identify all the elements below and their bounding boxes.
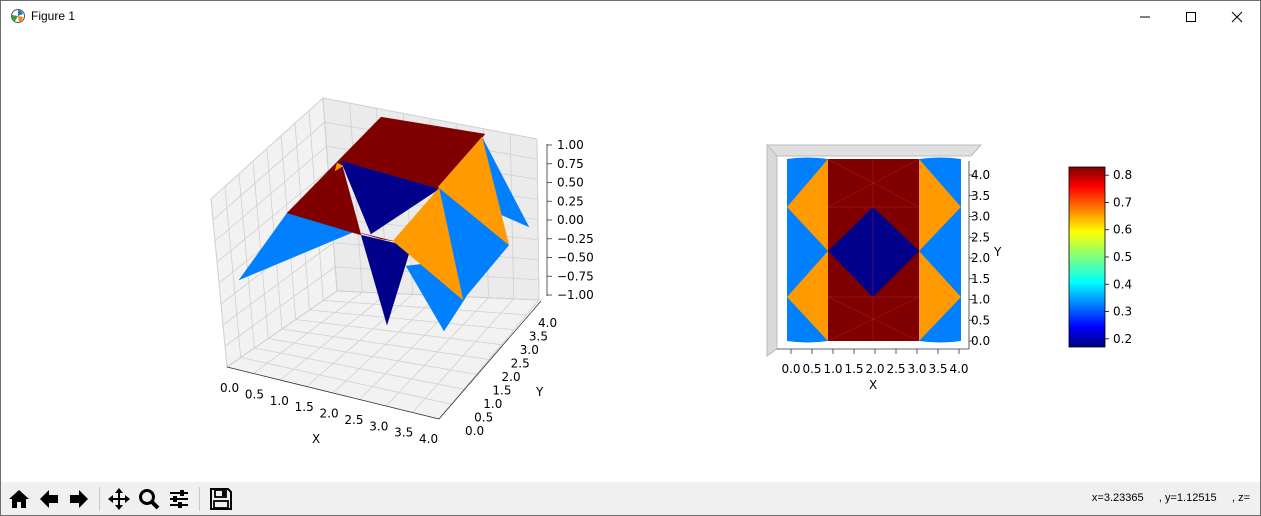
toolbar-separator <box>199 487 200 511</box>
x-axis-label: X <box>869 378 877 392</box>
z-tick-label: −0.75 <box>557 269 594 283</box>
heatmap-surface <box>787 157 961 343</box>
configure-subplots-icon <box>170 490 188 508</box>
y-tick-label: 1.0 <box>483 397 502 411</box>
y-axis-label: Y <box>535 385 544 399</box>
y-tick-label: 1.0 <box>971 293 990 307</box>
y-tick-label: 2.5 <box>511 357 530 371</box>
maximize-button[interactable] <box>1168 1 1214 32</box>
x-tick-label: 2.0 <box>320 407 339 421</box>
y-tick-labels: 4.0 3.5 3.0 2.5 2.0 1.5 1.0 0.5 0.0 <box>969 168 990 348</box>
z-tick-label: −0.50 <box>557 251 594 265</box>
z-tick-labels: 1.00 0.75 0.50 0.25 0.00 −0.25 −0.50 −0.75 −1.00 <box>547 138 594 302</box>
colorbar-tick-label: 0.7 <box>1113 195 1132 209</box>
close-icon <box>1231 11 1243 22</box>
x-tick-label: 2.0 <box>865 362 884 376</box>
close-button[interactable] <box>1214 1 1260 32</box>
y-axis-label: Y <box>993 245 1002 259</box>
z-tick-label: 0.00 <box>557 213 584 227</box>
colorbar-tick-label: 0.8 <box>1113 168 1132 182</box>
minimize-icon <box>1140 16 1150 17</box>
figure-canvas[interactable]: 1.00 0.75 0.50 0.25 0.00 −0.25 −0.50 −0.75 −1.00… <box>1 32 1260 482</box>
x-tick-label: 1.5 <box>295 400 314 414</box>
y-tick-label: 0.0 <box>465 424 484 438</box>
y-tick-label: 3.0 <box>520 343 539 357</box>
minimize-button[interactable] <box>1122 1 1168 32</box>
home-icon <box>9 490 29 508</box>
x-tick-label: 3.5 <box>394 426 413 440</box>
x-tick-label: 3.5 <box>928 362 947 376</box>
colorbar: 0.8 0.7 0.6 0.5 0.4 0.3 0.2 <box>1068 166 1132 348</box>
configure-subplots-button[interactable] <box>165 485 193 513</box>
window-title: Figure 1 <box>31 9 76 23</box>
toolbar-separator <box>99 487 100 511</box>
zoom-button[interactable] <box>135 485 163 513</box>
pan-button[interactable] <box>105 485 133 513</box>
colorbar-tick-label: 0.6 <box>1113 223 1132 237</box>
x-tick-label: 0.5 <box>245 387 264 401</box>
figure-window: Figure 1 1.00 0.75 0.50 0.25 0.00 −0.25 … <box>0 0 1261 516</box>
back-icon <box>40 490 58 508</box>
heatmap-axes: 0.0 0.5 1.0 1.5 2.0 2.5 3.0 3.5 4.0 4.03.53.02.5… <box>765 144 1002 392</box>
x-tick-labels: 0.0 0.5 1.0 1.5 2.0 2.5 3.0 3.5 4.0 <box>781 349 969 376</box>
y-tick-label: 0.5 <box>474 411 493 425</box>
y-tick-label: 1.5 <box>971 272 990 286</box>
y-tick-label: 3.5 <box>971 189 990 203</box>
colorbar-tick-label: 0.2 <box>1113 332 1132 346</box>
pane-left-edge <box>766 144 778 357</box>
x-tick-label: 1.5 <box>844 362 863 376</box>
y-tick-label: 1.5 <box>492 384 511 398</box>
forward-icon <box>70 490 88 508</box>
z-tick-label: 0.75 <box>557 157 584 171</box>
y-tick-label: 2.0 <box>971 251 990 265</box>
y-tick-label: 3.0 <box>971 210 990 224</box>
x-tick-label: 4.0 <box>419 432 438 446</box>
y-tick-label: 0.0 <box>971 334 990 348</box>
title-bar[interactable]: Figure 1 <box>1 1 1260 32</box>
home-button[interactable] <box>5 485 33 513</box>
y-tick-label: 2.5 <box>971 230 990 244</box>
x-tick-label: 1.0 <box>270 394 289 408</box>
colorbar-tick-label: 0.5 <box>1113 250 1132 264</box>
colorbar-tick-label: 0.3 <box>1113 305 1132 319</box>
navigation-toolbar: x=3.23365 , y=1.12515 , z= <box>1 482 1260 515</box>
x-tick-label: 1.0 <box>823 362 842 376</box>
maximize-icon <box>1186 11 1196 22</box>
x-tick-label: 4.0 <box>949 362 968 376</box>
y-tick-label: 0.5 <box>971 313 990 327</box>
y-tick-label: 3.5 <box>529 330 548 344</box>
colorbar-tick-label: 0.4 <box>1113 277 1132 291</box>
surface-3d-axes: 1.00 0.75 0.50 0.25 0.00 −0.25 −0.50 −0.75 −1.00… <box>210 96 594 446</box>
x-axis-label: X <box>312 432 320 446</box>
x-tick-label: 3.0 <box>369 419 388 433</box>
zoom-icon <box>139 489 160 510</box>
matplotlib-icon <box>11 9 25 23</box>
colorbar-tick-labels: 0.8 0.7 0.6 0.5 0.4 0.3 0.2 <box>1105 168 1132 346</box>
z-tick-label: 1.00 <box>557 138 584 152</box>
x-tick-label: 2.5 <box>344 413 363 427</box>
z-tick-label: −1.00 <box>557 288 594 302</box>
save-icon <box>210 488 232 510</box>
cursor-coordinates: x=3.23365 , y=1.12515 , z= <box>1091 492 1250 504</box>
forward-button[interactable] <box>65 485 93 513</box>
x-tick-label: 2.5 <box>886 362 905 376</box>
x-tick-label: 3.0 <box>907 362 926 376</box>
y-tick-label: 2.0 <box>502 370 521 384</box>
back-button[interactable] <box>35 485 63 513</box>
save-button[interactable] <box>207 485 235 513</box>
z-tick-label: 0.25 <box>557 194 584 208</box>
y-tick-label: 4.0 <box>971 168 990 182</box>
colorbar-gradient <box>1068 166 1106 348</box>
x-tick-label: 0.0 <box>781 362 800 376</box>
x-tick-label: 0.0 <box>220 381 239 395</box>
z-tick-label: −0.25 <box>557 232 594 246</box>
y-tick-label: 4.0 <box>538 316 557 330</box>
x-tick-label: 0.5 <box>802 362 821 376</box>
pan-icon <box>108 488 130 510</box>
pane-top-edge <box>765 144 983 157</box>
z-tick-label: 0.50 <box>557 176 584 190</box>
